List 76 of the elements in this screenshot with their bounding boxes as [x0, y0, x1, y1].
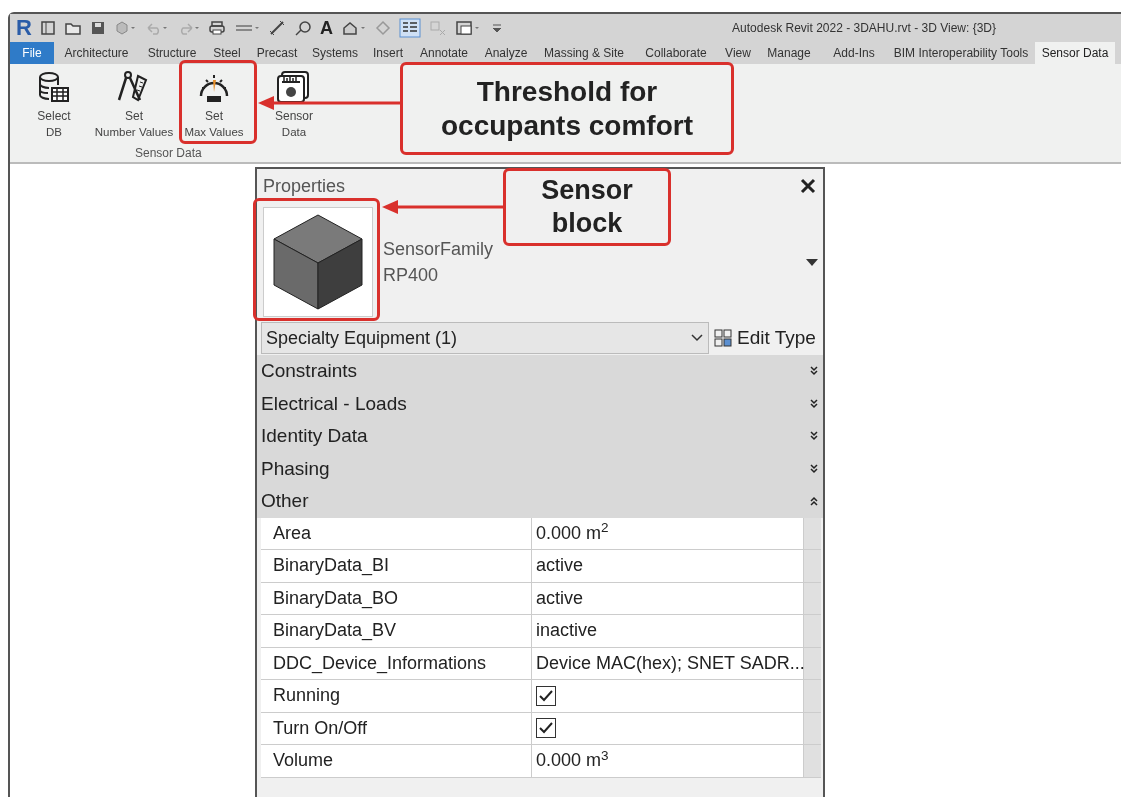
ribbon-button[interactable]: Set Max Values	[174, 68, 254, 148]
group-header[interactable]: Electrical - Loads	[257, 387, 823, 420]
ribbon-tab[interactable]: Steel	[205, 42, 249, 64]
chevron-down-icon	[690, 333, 704, 343]
property-name-cell: Volume	[261, 745, 532, 778]
property-name-cell: BinaryData_BV	[261, 615, 532, 648]
property-name-cell: Running	[261, 680, 532, 713]
ribbon-tab[interactable]: Sensor Data	[1035, 42, 1115, 64]
ribbon-tab[interactable]: View	[719, 42, 757, 64]
ribbon-tab[interactable]: Architecture	[54, 42, 139, 64]
row-end-cell	[804, 517, 821, 550]
ribbon-tab[interactable]: Annotate	[411, 42, 477, 64]
ribbon-tab[interactable]: BIM Interoperability Tools	[887, 42, 1035, 64]
folder-icon[interactable]	[63, 20, 82, 36]
category-dropdown[interactable]: Specialty Equipment (1)	[261, 322, 709, 354]
edit-type-icon	[713, 328, 733, 348]
property-name-cell: DDC_Device_Informations	[261, 647, 532, 680]
ribbon-tab[interactable]: Structure	[139, 42, 205, 64]
cube-icon	[272, 213, 364, 311]
family-name: SensorFamily	[383, 238, 494, 261]
ribbon-tab[interactable]: Analyze	[477, 42, 535, 64]
ribbon-tab[interactable]: Systems	[305, 42, 365, 64]
ribbon-tab[interactable]: Insert	[365, 42, 411, 64]
dropdown-arrow-icon[interactable]	[805, 257, 819, 267]
property-value-cell: 0.000 m$^{2}$	[532, 517, 804, 550]
logo: R	[16, 17, 32, 39]
callout: Sensor block	[503, 168, 671, 246]
row-end-cell	[804, 745, 821, 778]
group-header[interactable]: Phasing	[257, 452, 823, 485]
save-icon[interactable]	[89, 20, 106, 36]
property-name-cell: BinaryData_BO	[261, 582, 532, 615]
dimension-icon[interactable]	[267, 20, 286, 36]
expand-icon	[809, 397, 819, 410]
property-name-cell: Turn On/Off	[261, 712, 532, 745]
ribbon-tab[interactable]: File	[10, 42, 54, 64]
ribbon-button[interactable]: Set Number Values	[94, 68, 174, 148]
switch-windows-icon[interactable]	[398, 18, 421, 38]
row-end-cell	[804, 647, 821, 680]
property-value-cell: 0.000 m$^{3}$	[532, 745, 804, 778]
database-table-icon	[36, 70, 72, 104]
print-icon[interactable]	[207, 20, 226, 36]
panel-icon[interactable]	[39, 20, 56, 36]
group-header[interactable]: Other	[257, 485, 823, 518]
ribbon-tab[interactable]: Manage	[757, 42, 821, 64]
expand-icon	[809, 365, 819, 378]
window-title: Autodesk Revit 2022 - 3DAHU.rvt - 3D View: {3D}	[732, 20, 996, 37]
callout: Threshold for occupants comfort	[400, 62, 734, 155]
ribbon-tab[interactable]: Massing & Site	[535, 42, 633, 64]
checkbox[interactable]	[536, 685, 556, 706]
row-end-cell	[804, 615, 821, 648]
collapse-icon	[809, 495, 819, 508]
edit-type-button[interactable]: Edit Type	[713, 323, 816, 353]
ribbon-tab[interactable]: Add-Ins	[821, 42, 887, 64]
property-value-cell: Device MAC(hex); SNET SADR...	[532, 647, 804, 680]
row-end-cell	[804, 582, 821, 615]
row-end-cell	[804, 550, 821, 583]
group-header[interactable]: Constraints	[257, 355, 823, 388]
property-name-cell: Area	[261, 517, 532, 550]
checkbox[interactable]	[536, 718, 556, 739]
ribbon-group-label: Sensor Data	[135, 145, 202, 162]
ribbon-tab[interactable]: Collaborate	[633, 42, 719, 64]
ribbon-tab[interactable]: Precast	[249, 42, 305, 64]
expand-icon	[809, 462, 819, 475]
ribbon-button[interactable]: Select DB	[14, 68, 94, 148]
type-name: RP400	[383, 264, 439, 287]
house-icon[interactable]	[340, 20, 367, 36]
close-icon[interactable]	[799, 177, 817, 195]
property-value-cell: active	[532, 550, 804, 583]
panel-title: Properties	[263, 174, 346, 198]
expand-icon	[809, 430, 819, 443]
property-name-cell: BinaryData_BI	[261, 550, 532, 583]
chart-window-icon	[276, 70, 312, 104]
property-value-cell: inactive	[532, 615, 804, 648]
group-header[interactable]: Identity Data	[257, 420, 823, 453]
property-value-cell: active	[532, 582, 804, 615]
text-tool[interactable]: A	[319, 19, 333, 37]
